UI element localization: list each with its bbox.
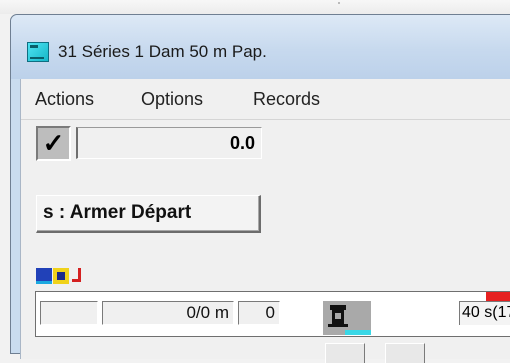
client-area: Actions Options Records ✓ 0.0 s : Armer … — [20, 79, 510, 363]
arm-start-button[interactable]: s : Armer Départ — [36, 195, 261, 233]
confirm-button[interactable]: ✓ — [36, 126, 71, 161]
return-arrow-icon[interactable] — [70, 268, 84, 284]
time-display: 0.0 — [76, 127, 262, 159]
status-empty-field — [40, 301, 98, 325]
menu-records[interactable]: Records — [253, 89, 320, 110]
water-indicator — [345, 330, 371, 335]
menu-options[interactable]: Options — [141, 89, 203, 110]
count-field: 0 — [238, 301, 280, 325]
distance-field: 0/0 m — [102, 301, 234, 325]
desktop-speck — [338, 2, 340, 4]
menu-actions[interactable]: Actions — [35, 89, 94, 110]
app-window: 31 Séries 1 Dam 50 m Pap. Actions Option… — [10, 14, 510, 363]
desktop-background — [0, 0, 510, 14]
window-title: 31 Séries 1 Dam 50 m Pap. — [58, 42, 267, 61]
starting-block-icon — [328, 305, 348, 327]
checkmark-icon: ✓ — [42, 128, 65, 158]
app-icon — [27, 42, 49, 62]
timer-field: 40 s(17 — [459, 301, 510, 325]
bottom-control-left[interactable] — [325, 343, 365, 363]
status-strip: 0/0 m 0 40 s(17 — [35, 291, 510, 337]
bottom-control-right[interactable] — [385, 343, 425, 363]
menu-bar: Actions Options Records — [21, 79, 510, 120]
swimmers-icon[interactable] — [53, 268, 69, 284]
pool-lanes-icon[interactable] — [36, 268, 52, 284]
starting-block-panel — [323, 301, 371, 335]
title-bar[interactable]: 31 Séries 1 Dam 50 m Pap. — [11, 15, 510, 79]
